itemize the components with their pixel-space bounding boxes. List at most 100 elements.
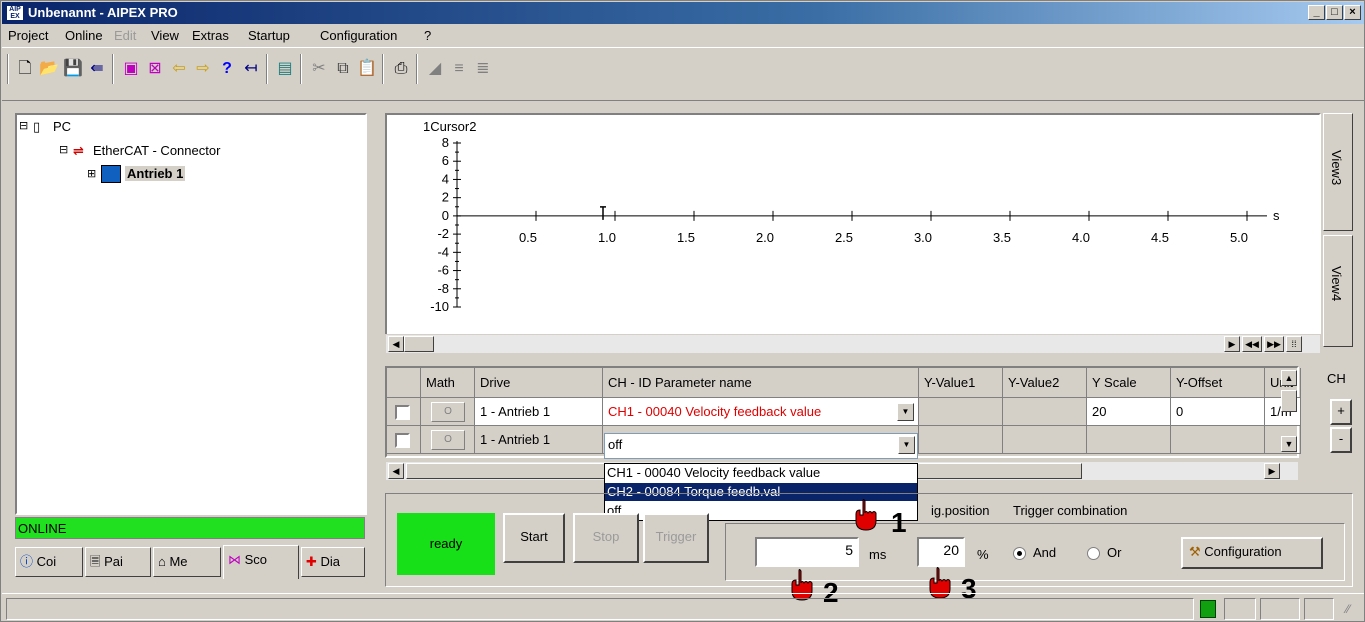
tab-scope[interactable]: ⋈ Sco — [223, 545, 299, 579]
menu-project[interactable]: Project — [8, 28, 48, 43]
expand-drive-icon[interactable]: ⊞ — [87, 167, 96, 180]
tree-pc[interactable]: PC — [53, 119, 71, 134]
project-tree[interactable]: ⊟ ▯ PC ⊟ ⇌ EtherCAT - Connector ⊞ Antrie… — [15, 113, 367, 515]
disconnect-icon[interactable]: ⊠ — [144, 58, 166, 80]
menu-online[interactable]: Online — [65, 28, 103, 43]
row1-drive[interactable]: 1 - Antrieb 1 — [475, 398, 603, 426]
row1-y-scale[interactable]: 20 — [1087, 398, 1171, 426]
cut-icon[interactable]: ✂ — [308, 58, 330, 80]
tree-antrieb-1[interactable]: Antrieb 1 — [125, 166, 186, 181]
start-button[interactable]: Start — [503, 513, 565, 563]
rewind-icon[interactable]: ◀◀ — [1242, 336, 1262, 352]
grid-scroll-left-icon[interactable]: ◀ — [388, 463, 404, 479]
tab-parameters[interactable]: 🗏 Pai — [85, 547, 151, 577]
radio-and[interactable] — [1013, 547, 1026, 560]
tool1-icon[interactable]: ◢ — [424, 58, 446, 80]
stop-button[interactable]: Stop — [573, 513, 639, 563]
time-unit: ms — [869, 547, 887, 562]
x-tick-label: 3.0 — [914, 230, 932, 245]
grid-scroll-right-icon[interactable]: ▶ — [1264, 463, 1280, 479]
expand-pc-icon[interactable]: ⊟ — [19, 119, 28, 132]
menu-view[interactable]: View — [151, 28, 179, 43]
expand-connector-icon[interactable]: ⊟ — [59, 143, 68, 156]
calculator-icon[interactable]: ▤ — [274, 58, 296, 80]
menu-extras[interactable]: Extras — [192, 28, 229, 43]
row1-parameter[interactable]: CH1 - 00040 Velocity feedback value — [603, 398, 919, 426]
row1-checkbox[interactable] — [395, 405, 410, 420]
row2-dropdown-arrow-icon[interactable]: ▼ — [898, 436, 915, 454]
pointing-hand-icon-1 — [853, 499, 879, 531]
radio-or[interactable] — [1087, 547, 1100, 560]
row2-checkbox[interactable] — [395, 433, 410, 448]
row1-math-button[interactable]: O — [431, 402, 465, 422]
header-drive[interactable]: Drive — [475, 368, 603, 398]
upload-icon[interactable]: ⇦ — [168, 58, 190, 80]
add-channel-button[interactable]: + — [1330, 399, 1352, 425]
grid-scroll-thumb[interactable] — [1281, 390, 1297, 412]
time-input[interactable]: 5 — [755, 537, 859, 567]
scope-chart[interactable]: 1Cursor2 8 6 4 2 0 -2 -4 -6 -8 -10 0.5 1.0 1.5 2.0 2.5 3… — [385, 113, 1321, 341]
new-file-icon[interactable]: 🗋 — [14, 58, 36, 80]
status-pane-main — [6, 598, 1194, 620]
open-folder-icon[interactable]: 📂 — [38, 58, 60, 80]
tab-diagnosis[interactable]: ✚ Dia — [301, 547, 365, 577]
close-button[interactable]: × — [1344, 5, 1361, 20]
tree-ethercat-connector[interactable]: EtherCAT - Connector — [93, 143, 220, 158]
row2-math-button[interactable]: O — [431, 430, 465, 450]
row1-y-offset[interactable]: 0 — [1171, 398, 1265, 426]
menu-edit[interactable]: Edit — [114, 28, 136, 43]
download-icon[interactable]: ⇨ — [192, 58, 214, 80]
dropdown-option-ch1[interactable]: CH1 - 00040 Velocity feedback value — [605, 464, 917, 482]
resize-grip-icon[interactable]: ⁄⁄ — [1346, 602, 1350, 616]
header-select — [387, 368, 421, 398]
tab-communication[interactable]: ⓘ Coi — [15, 547, 83, 577]
header-parameter[interactable]: CH - ID Parameter name — [603, 368, 919, 398]
connect-icon[interactable]: ▣ — [120, 58, 142, 80]
x-tick-label: 0.5 — [519, 230, 537, 245]
print-icon[interactable]: ⎙ — [390, 58, 412, 80]
scroll-thumb[interactable] — [404, 336, 434, 352]
radio-or-label: Or — [1107, 545, 1122, 560]
menu-help[interactable]: ? — [424, 28, 431, 43]
help-icon[interactable]: ? — [216, 58, 238, 80]
minimize-button[interactable]: _ — [1308, 5, 1325, 20]
position-input[interactable]: 20 — [917, 537, 965, 567]
title-bar[interactable]: AIP EX Unbenannt - AIPEX PRO _ □ × — [2, 2, 1364, 24]
context-help-icon[interactable]: ↤ — [240, 58, 262, 80]
header-y-offset[interactable]: Y-Offset — [1171, 368, 1265, 398]
maximize-button[interactable]: □ — [1326, 5, 1343, 20]
row2-drive[interactable]: 1 - Antrieb 1 — [475, 426, 603, 454]
remove-channel-button[interactable]: - — [1330, 427, 1352, 453]
header-math[interactable]: Math — [421, 368, 475, 398]
save-icon[interactable]: 💾 — [62, 58, 84, 80]
grid-scroll-down-icon[interactable]: ▼ — [1281, 436, 1297, 452]
tool2-icon[interactable]: ≡ — [448, 58, 470, 80]
row2-parameter-combo[interactable]: off — [604, 433, 918, 459]
fast-forward-icon[interactable]: ▶▶ — [1264, 336, 1284, 352]
copy-icon[interactable]: ⧉ — [332, 58, 354, 80]
row1-y-value2 — [1003, 398, 1087, 426]
paste-icon[interactable]: 📋 — [356, 58, 378, 80]
scroll-right-icon[interactable]: ▶ — [1224, 336, 1240, 352]
tab-view3[interactable]: View3 — [1323, 113, 1353, 231]
header-y-scale[interactable]: Y Scale — [1087, 368, 1171, 398]
y-tick-label: -10 — [430, 299, 449, 314]
grid-scroll-up-icon[interactable]: ▲ — [1281, 370, 1297, 386]
menu-configuration[interactable]: Configuration — [320, 28, 397, 43]
header-y-value2[interactable]: Y-Value2 — [1003, 368, 1087, 398]
grip-icon[interactable]: ⁞⁞ — [1286, 336, 1302, 352]
chart-scrollbar[interactable]: ◀ ▶ ◀◀ ▶▶ ⁞⁞ — [385, 334, 1321, 354]
status-pane-3 — [1260, 598, 1300, 620]
import-icon[interactable]: ⇚ — [86, 58, 108, 80]
tab-view4[interactable]: View4 — [1323, 235, 1353, 347]
tab-messages[interactable]: ⌂ Me — [153, 547, 221, 577]
home-icon: ⌂ — [158, 554, 170, 569]
menu-startup[interactable]: Startup — [248, 28, 290, 43]
diagnosis-cross-icon: ✚ — [306, 554, 321, 569]
trigger-button[interactable]: Trigger — [643, 513, 709, 563]
tool3-icon[interactable]: ≣ — [472, 58, 494, 80]
scroll-left-icon[interactable]: ◀ — [388, 336, 404, 352]
configuration-button[interactable]: ⚒ Configuration — [1181, 537, 1323, 569]
header-y-value1[interactable]: Y-Value1 — [919, 368, 1003, 398]
row1-dropdown-arrow-icon[interactable]: ▼ — [897, 403, 914, 421]
